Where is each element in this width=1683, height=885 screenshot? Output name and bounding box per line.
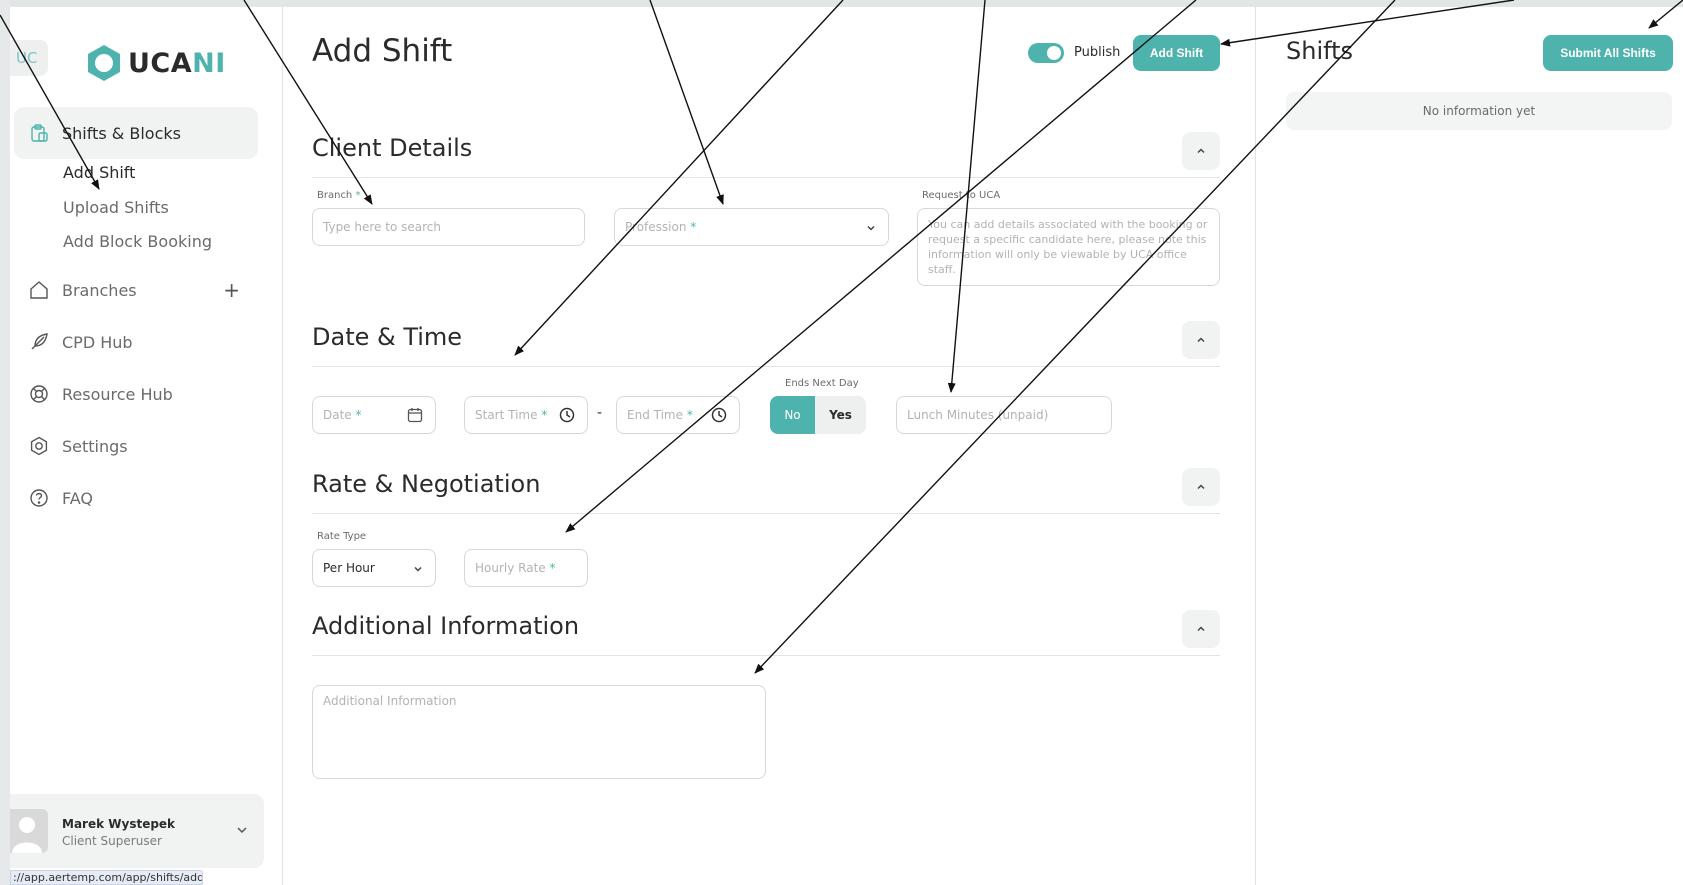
shifts-panel-title: Shifts [1286,37,1354,65]
user-role: Client Superuser [62,834,162,848]
status-url: ://app.aertemp.com/app/shifts/add [10,870,203,885]
uc-tag[interactable]: UC [10,40,48,76]
clipboard-icon [28,122,50,144]
sidebar-item-shifts-blocks[interactable]: Shifts & Blocks [14,107,258,159]
user-name: Marek Wystepek [62,817,176,831]
sidebar-item-label: CPD Hub [62,332,133,352]
collapse-additional-button[interactable] [1182,610,1220,648]
sidebar-item-resource-hub[interactable]: Resource Hub [14,374,258,414]
sidebar: UC UCANI Shifts & Blocks Add Shift Uploa… [10,7,283,885]
hourly-rate-input[interactable]: Hourly Rate * [464,549,588,587]
rate-type-label: Rate Type [317,531,367,542]
branch-search-input[interactable]: Type here to search [312,208,585,246]
sidebar-subitem-add-block-booking[interactable]: Add Block Booking [63,232,212,251]
chevron-down-icon[interactable] [236,824,248,836]
collapse-rate-button[interactable] [1182,468,1220,506]
branch-label: Branch * [317,190,361,201]
end-time-placeholder: End Time * [627,408,693,422]
divider [312,366,1220,367]
publish-toggle[interactable] [1028,43,1064,63]
shifts-panel: Shifts Submit All Shifts No information … [1257,7,1683,885]
start-time-input[interactable]: Start Time * [464,396,588,434]
logo-text: UCANI [128,47,226,79]
lifebuoy-icon [28,383,50,405]
divider [312,177,1220,178]
question-circle-icon [28,487,50,509]
page-title: Add Shift [312,33,453,69]
date-placeholder: Date * [323,408,362,422]
sidebar-item-label: Settings [62,436,128,456]
profession-select[interactable]: Profession * [614,208,889,246]
rate-type-select[interactable]: Per Hour [312,549,436,587]
collapse-date-time-button[interactable] [1182,321,1220,359]
section-title-rate-negotiation: Rate & Negotiation [312,470,541,498]
branch-placeholder: Type here to search [323,220,441,234]
logo-hexagon-icon [88,45,120,81]
shifts-empty-state: No information yet [1286,92,1672,130]
calendar-icon[interactable] [407,407,423,423]
publish-label: Publish [1074,45,1121,60]
feather-icon [28,331,50,353]
profession-placeholder: Profession * [625,220,697,234]
sidebar-item-settings[interactable]: Settings [14,426,258,466]
start-time-placeholder: Start Time * [475,408,548,422]
sidebar-item-label: Branches [62,280,137,300]
left-edge [0,0,10,885]
divider [312,513,1220,514]
section-title-client-details: Client Details [312,134,473,162]
sidebar-item-label: FAQ [62,488,93,508]
home-icon [28,279,50,301]
chevron-up-icon [1197,337,1205,343]
chevron-down-icon [414,566,422,572]
add-shift-form: Add Shift Publish Add Shift Client Detai… [284,7,1256,885]
avatar [10,809,48,853]
request-to-uca-textarea[interactable]: You can add details associated with the … [917,208,1220,286]
chevron-up-icon [1197,484,1205,490]
sidebar-item-label: Shifts & Blocks [62,123,181,143]
lunch-minutes-input[interactable]: Lunch Minutes (unpaid) [896,396,1112,434]
request-to-uca-label: Request to UCA [922,190,1001,201]
logo[interactable]: UCANI [84,43,226,83]
add-shift-button[interactable]: Add Shift [1133,35,1220,71]
gear-icon [28,435,50,457]
section-title-additional-information: Additional Information [312,612,580,640]
ends-next-day-no-button[interactable]: No [770,396,815,434]
collapse-client-details-button[interactable] [1182,132,1220,170]
divider [312,655,1220,656]
section-title-date-time: Date & Time [312,323,463,351]
ends-next-day-toggle: No Yes [770,396,866,434]
date-input[interactable]: Date * [312,396,436,434]
hourly-rate-placeholder: Hourly Rate * [475,561,556,575]
rate-type-value: Per Hour [323,561,375,575]
time-range-dash: - [597,405,603,421]
lunch-minutes-placeholder: Lunch Minutes (unpaid) [907,408,1049,422]
clock-icon[interactable] [559,407,575,423]
sidebar-item-branches[interactable]: Branches + [14,270,258,310]
end-time-input[interactable]: End Time * [616,396,740,434]
clock-icon[interactable] [711,407,727,423]
additional-information-textarea[interactable]: Additional Information [312,685,766,779]
ends-next-day-label: Ends Next Day [785,378,859,389]
chevron-down-icon [867,225,875,231]
chevron-up-icon [1197,148,1205,154]
user-menu[interactable]: Marek Wystepek Client Superuser [10,794,264,868]
chevron-up-icon [1197,626,1205,632]
submit-all-shifts-button[interactable]: Submit All Shifts [1543,35,1673,71]
sidebar-subitem-add-shift[interactable]: Add Shift [63,163,135,182]
sidebar-subitem-upload-shifts[interactable]: Upload Shifts [63,198,169,217]
ends-next-day-yes-button[interactable]: Yes [815,396,866,434]
add-branch-icon[interactable]: + [223,278,240,302]
sidebar-item-faq[interactable]: FAQ [14,478,258,518]
sidebar-item-label: Resource Hub [62,384,173,404]
sidebar-item-cpd-hub[interactable]: CPD Hub [14,322,258,362]
top-strip [0,0,1683,7]
